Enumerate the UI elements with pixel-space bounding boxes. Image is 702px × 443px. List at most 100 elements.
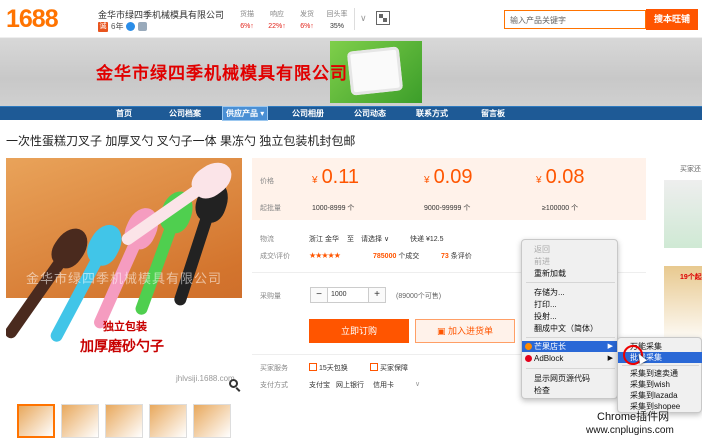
thumbnail-strip <box>17 404 231 438</box>
shop-badges: 诚 6年 <box>98 21 148 32</box>
top-header: 1688 金华市绿四季机械模具有限公司 诚 6年 货描 6%↑ 响应 22%↑ … <box>0 0 702 38</box>
cart-icon: ▣ <box>436 326 448 336</box>
menu-translate[interactable]: 翻成中文（简体） <box>522 323 619 334</box>
payment-bank: 网上银行 <box>336 382 364 389</box>
chevron-right-icon: ▶ <box>607 343 613 350</box>
express-fee: 快递 ¥12.5 <box>410 236 444 243</box>
recommend-title: 买家还 <box>680 166 701 173</box>
review-count[interactable]: 73 条评价 <box>441 251 472 261</box>
adblock-icon <box>525 355 532 362</box>
submenu-collect-lazada[interactable]: 采集到lazada <box>618 390 702 401</box>
menu-adblock[interactable]: AdBlock ▶ <box>522 353 619 364</box>
logistics-origin: 浙江 金华 <box>309 236 339 243</box>
menu-inspect[interactable]: 检查 <box>522 385 619 396</box>
moq-tier-2: 9000-99999 个 <box>424 205 471 212</box>
menu-back[interactable]: 返回 <box>522 244 619 255</box>
add-to-cart-button[interactable]: ▣ 加入进货单 <box>415 319 515 343</box>
menu-save-as[interactable]: 存储为... <box>522 287 619 298</box>
site-watermark-url: www.cnplugins.com <box>586 425 674 436</box>
moq-tier-1: 1000-8999 个 <box>312 205 355 212</box>
logistics-label: 物流 <box>260 236 274 243</box>
quantity-stepper: − 1000 + <box>310 287 386 303</box>
submenu-collect-aliexpress[interactable]: 采集到速卖通 <box>618 368 702 379</box>
recommend-tag: 19个起 <box>680 274 702 281</box>
quantity-input[interactable]: 1000 <box>327 288 369 302</box>
stat-response: 响应 22%↑ <box>268 11 286 30</box>
membership-years: 6年 <box>111 22 124 31</box>
payment-credit-card: 信用卡 <box>373 382 394 389</box>
chevron-down-icon[interactable]: ∨ <box>360 13 367 24</box>
image-label-packaging: 独立包装 <box>103 321 147 333</box>
zoom-icon[interactable] <box>229 379 238 388</box>
nav-album[interactable]: 公司相册 <box>292 107 324 120</box>
image-site-mark: jhlvsiji.1688.com <box>176 374 235 383</box>
nav-guestbook[interactable]: 留言板 <box>481 107 505 120</box>
thumbnail[interactable] <box>105 404 143 438</box>
banner-company-name: 金华市绿四季机械模具有限公司 <box>96 64 348 83</box>
service-protection[interactable]: 买家保障 <box>370 363 408 373</box>
recommend-item[interactable] <box>664 180 702 248</box>
stat-shipping: 发货 6%↑ <box>300 11 314 30</box>
quantity-label: 采购量 <box>260 293 281 300</box>
site-logo[interactable]: 1688 <box>6 5 59 34</box>
context-menu: 返回 前进 重新加载 存储为... 打印... 投射... 翻成中文（简体） 芒… <box>521 239 619 399</box>
header-divider <box>354 8 355 30</box>
product-title: 一次性蛋糕刀叉子 加厚叉勺 叉勺子一体 果冻勺 独立包装机封包邮 <box>6 134 356 148</box>
price-panel: 价格 起批量 ¥0.11 ¥0.09 ¥0.08 1000-8999 个 900… <box>252 158 646 220</box>
price-tier-2: ¥0.09 <box>424 166 473 188</box>
service-exchange[interactable]: 15天包换 <box>309 363 348 373</box>
available-stock: (89000个可售) <box>396 293 442 300</box>
search-button[interactable]: 搜本旺铺 <box>646 9 698 30</box>
payment-alipay: 支付宝 <box>309 382 330 389</box>
menu-reload[interactable]: 重新加载 <box>522 268 619 279</box>
quantity-plus-button[interactable]: + <box>369 288 385 302</box>
thumbnail[interactable] <box>193 404 231 438</box>
shield-icon <box>370 363 378 371</box>
logistics-to: 至 <box>347 236 354 243</box>
product-main-image[interactable]: 金华市绿四季机械模具有限公司 独立包装 加厚磨砂勺子 jhlvsiji.1688… <box>6 158 242 394</box>
mango-icon <box>525 343 532 350</box>
stat-description: 货描 6%↑ <box>240 11 254 30</box>
site-watermark-title: Chrome插件网 <box>597 411 670 423</box>
thumbnail[interactable] <box>61 404 99 438</box>
shop-nav: 首页 公司档案 供应产品 ▾ 公司相册 公司动态 联系方式 留言板 <box>0 106 702 121</box>
nav-news[interactable]: 公司动态 <box>354 107 386 120</box>
image-label-spoon: 加厚磨砂勺子 <box>80 338 164 354</box>
chevron-right-icon: ▶ <box>607 355 613 362</box>
destination-select[interactable]: 请选择 ∨ <box>361 234 389 244</box>
deal-count[interactable]: 785000 个成交 <box>373 251 419 261</box>
menu-view-source[interactable]: 显示网页源代码 <box>522 373 619 384</box>
nav-home[interactable]: 首页 <box>116 107 132 120</box>
chevron-down-icon[interactable]: ∨ <box>415 380 420 388</box>
qr-code-icon[interactable] <box>376 11 390 25</box>
nav-company-profile[interactable]: 公司档案 <box>169 107 201 120</box>
shop-name[interactable]: 金华市绿四季机械模具有限公司 <box>98 8 224 21</box>
thumbnail[interactable] <box>17 404 55 438</box>
thumbnail[interactable] <box>149 404 187 438</box>
quantity-minus-button[interactable]: − <box>311 288 327 302</box>
rating-label: 成交\评价 <box>260 253 290 260</box>
moq-label: 起批量 <box>260 205 281 212</box>
price-label: 价格 <box>260 178 274 185</box>
price-tier-1: ¥0.11 <box>312 166 360 188</box>
image-watermark: 金华市绿四季机械模具有限公司 <box>26 271 223 286</box>
price-tier-3: ¥0.08 <box>536 166 585 188</box>
menu-forward[interactable]: 前进 <box>522 256 619 267</box>
payment-label: 支付方式 <box>260 382 288 389</box>
menu-cast[interactable]: 投射... <box>522 311 619 322</box>
shop-banner: 金华市绿四季机械模具有限公司 <box>0 38 702 106</box>
submenu-collect-wish[interactable]: 采集到wish <box>618 379 702 390</box>
nav-contact[interactable]: 联系方式 <box>416 107 448 120</box>
exchange-icon <box>309 363 317 371</box>
guarantee-icon <box>138 22 148 31</box>
search-input[interactable]: 输入产品关键字 <box>504 10 646 29</box>
buy-now-button[interactable]: 立即订购 <box>309 319 409 343</box>
nav-products[interactable]: 供应产品 ▾ <box>222 106 269 121</box>
stat-return-rate: 回头率 35% <box>326 11 348 30</box>
menu-print[interactable]: 打印... <box>522 299 619 310</box>
membership-icon: 诚 <box>98 21 108 32</box>
rating-stars[interactable]: ★★★★★ <box>309 251 341 260</box>
menu-mango-manager[interactable]: 芒果店长 ▶ <box>522 341 619 352</box>
verified-icon <box>126 22 136 31</box>
chevron-down-icon: ▾ <box>260 109 265 118</box>
